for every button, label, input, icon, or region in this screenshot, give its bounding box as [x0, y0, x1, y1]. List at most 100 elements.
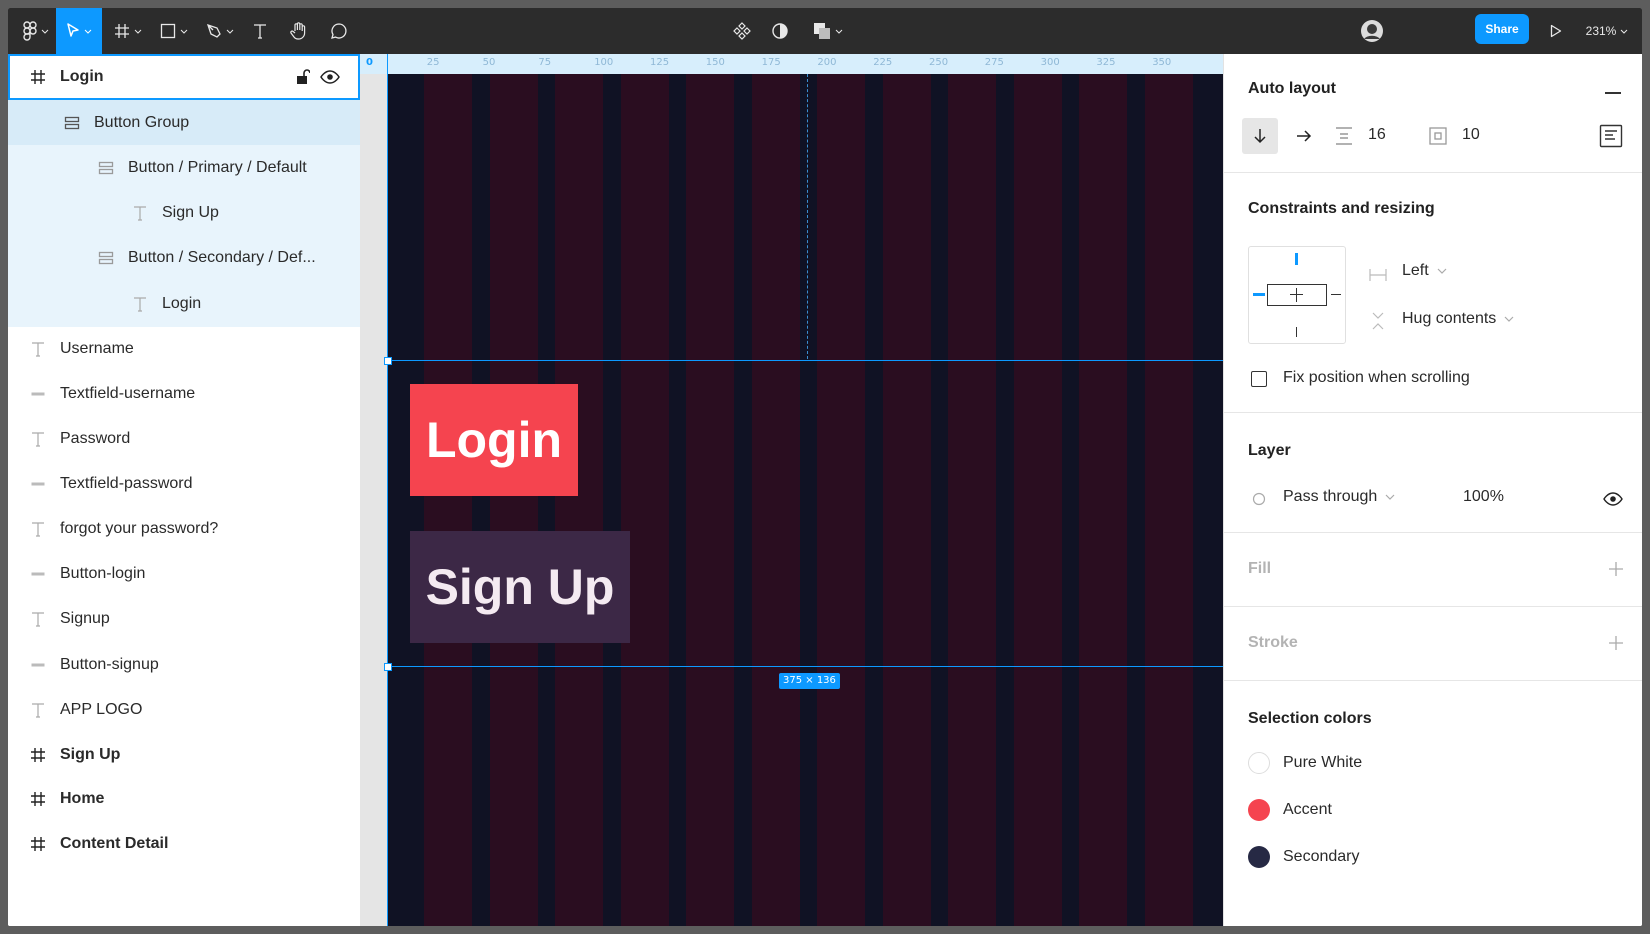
zoom-dropdown[interactable]: 231% [1576, 8, 1638, 54]
add-fill-icon[interactable] [1609, 562, 1623, 576]
text-tool-icon[interactable] [246, 8, 274, 54]
layer-item[interactable]: Sign Up [8, 732, 360, 778]
figma-menu-icon[interactable] [16, 8, 56, 54]
avatar[interactable] [1358, 8, 1386, 54]
pen-tool-icon[interactable] [198, 8, 242, 54]
color-swatch[interactable] [1248, 799, 1270, 821]
ruler-tick: 225 [873, 57, 893, 68]
login-frame[interactable] [388, 74, 1223, 926]
padding-input[interactable]: 10 [1462, 126, 1480, 144]
layout-grid-column [620, 74, 669, 926]
layer-label: Sign Up [60, 746, 121, 763]
section-title: Selection colors [1248, 710, 1372, 727]
ruler-tick: 150 [705, 57, 725, 68]
layout-grid-column [1013, 74, 1062, 926]
selection-top-edge [388, 360, 1223, 361]
fill-section: Fill [1224, 532, 1642, 607]
layer-item[interactable]: Textfield-password [8, 461, 360, 507]
layer-item[interactable]: forgot your password? [8, 506, 360, 552]
constraint-right[interactable] [1331, 294, 1341, 295]
layer-item[interactable]: Home [8, 776, 360, 822]
text-icon [28, 609, 48, 629]
canvas-background [360, 54, 388, 926]
horizontal-constraint-icon [1369, 269, 1387, 281]
mask-icon[interactable] [768, 8, 792, 54]
chevron-down-icon [1504, 316, 1514, 322]
layer-item[interactable]: APP LOGO [8, 687, 360, 733]
zoom-level: 231% [1585, 24, 1617, 38]
unlock-icon[interactable] [296, 69, 310, 85]
layer-item[interactable]: Login [8, 281, 360, 327]
text-icon [28, 429, 48, 449]
layer-item[interactable]: Username [8, 326, 360, 372]
layer-item[interactable]: Login [8, 54, 360, 100]
alignment-icon[interactable] [1599, 124, 1623, 148]
share-button[interactable]: Share [1475, 14, 1529, 44]
layer-label: Login [60, 68, 104, 85]
layer-label: forgot your password? [60, 520, 219, 537]
direction-vertical-button[interactable] [1242, 118, 1278, 154]
selection-bottom-edge [388, 666, 1223, 667]
ruler-tick: 75 [538, 57, 552, 68]
layer-item[interactable]: Button / Secondary / Def... [8, 235, 360, 281]
comment-tool-icon[interactable] [324, 8, 354, 54]
signup-button[interactable]: Sign Up [410, 531, 630, 643]
text-icon [28, 700, 48, 720]
constraints-widget[interactable] [1248, 246, 1346, 344]
layout-grid-column [817, 74, 865, 926]
layer-item[interactable]: Textfield-username [8, 371, 360, 417]
resize-handle[interactable] [384, 663, 392, 671]
color-name: Secondary [1283, 848, 1360, 865]
layer-item[interactable]: Button-signup [8, 642, 360, 688]
section-title: Constraints and resizing [1248, 200, 1435, 217]
chevron-down-icon [1385, 494, 1395, 500]
layer-item[interactable]: Content Detail [8, 821, 360, 867]
move-tool-icon[interactable] [56, 8, 102, 54]
layer-label: Button / Primary / Default [128, 159, 307, 176]
boolean-icon[interactable] [808, 8, 848, 54]
frame-tool-icon[interactable] [106, 8, 150, 54]
vertical-constraint-dropdown[interactable]: Hug contents [1402, 310, 1514, 328]
eye-icon[interactable] [320, 70, 340, 84]
layer-item[interactable]: Sign Up [8, 190, 360, 236]
layer-item[interactable]: Button-login [8, 551, 360, 597]
layer-item[interactable]: Signup [8, 596, 360, 642]
frame-edge [387, 54, 388, 926]
layer-item[interactable]: Password [8, 416, 360, 462]
constraint-bottom[interactable] [1296, 327, 1297, 337]
ruler-tick: 350 [1152, 57, 1172, 68]
ruler-tick: 25 [426, 57, 440, 68]
section-title: Auto layout [1248, 80, 1336, 97]
direction-horizontal-button[interactable] [1286, 118, 1322, 154]
color-swatch[interactable] [1248, 752, 1270, 774]
shape-tool-icon[interactable] [152, 8, 196, 54]
eye-icon[interactable] [1603, 492, 1623, 506]
add-stroke-icon[interactable] [1609, 636, 1623, 650]
layer-label: Login [162, 295, 202, 312]
layer-item[interactable]: Button / Primary / Default [8, 145, 360, 191]
blend-mode-dropdown[interactable]: Pass through [1283, 488, 1395, 506]
fix-position-checkbox[interactable] [1251, 371, 1267, 387]
color-swatch[interactable] [1248, 846, 1270, 868]
blend-mode-value: Pass through [1283, 488, 1378, 505]
auto-layout-icon [62, 113, 82, 133]
arrow-right-icon [1297, 130, 1312, 142]
layers-panel: Login Button Group Button / Primary / Defa… [8, 54, 360, 926]
constraint-top[interactable] [1295, 253, 1298, 265]
toolbar: Share 231% [8, 8, 1642, 54]
section-title: Fill [1248, 560, 1272, 577]
login-button[interactable]: Login [410, 384, 578, 496]
frame-icon [28, 789, 48, 809]
rectangle-icon [28, 384, 48, 404]
spacing-input[interactable]: 16 [1368, 126, 1386, 144]
hand-tool-icon[interactable] [284, 8, 314, 54]
layer-item[interactable]: Button Group [8, 100, 360, 146]
text-icon [28, 339, 48, 359]
resize-handle[interactable] [384, 357, 392, 365]
horizontal-constraint-dropdown[interactable]: Left [1402, 262, 1447, 280]
opacity-input[interactable]: 100% [1463, 488, 1504, 506]
play-icon[interactable] [1544, 8, 1568, 54]
constraint-left[interactable] [1253, 293, 1265, 296]
remove-icon[interactable] [1605, 92, 1621, 94]
component-icon[interactable] [730, 8, 754, 54]
